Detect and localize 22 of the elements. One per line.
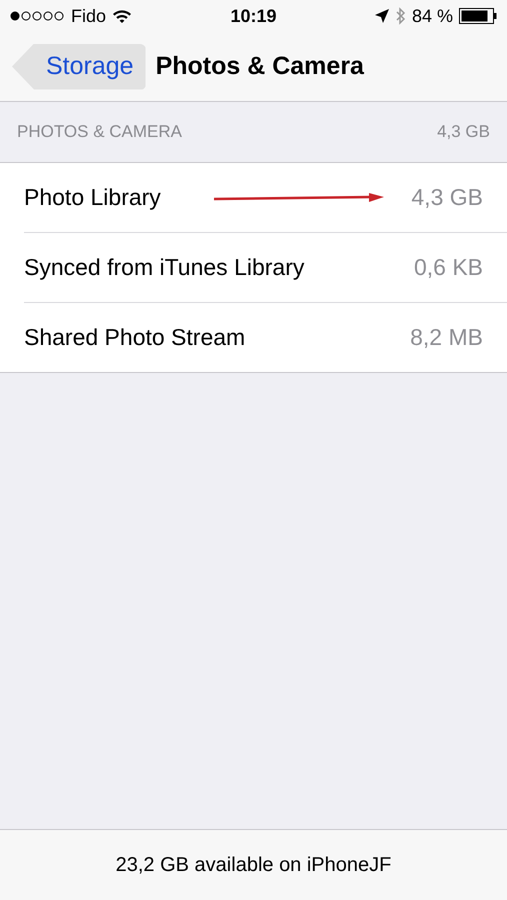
row-size: 4,3 GB xyxy=(411,184,483,211)
clock-time: 10:19 xyxy=(230,6,277,26)
row-label: Shared Photo Stream xyxy=(24,324,246,351)
battery-icon xyxy=(459,8,498,24)
available-storage: 23,2 GB available on iPhoneJF xyxy=(116,854,392,876)
location-arrow-icon xyxy=(374,9,389,23)
battery-percentage: 84 % xyxy=(412,6,454,26)
row-size: 0,6 KB xyxy=(414,254,483,281)
carrier-name: Fido xyxy=(71,6,106,26)
section-total: 4,3 GB xyxy=(437,122,490,142)
storage-row[interactable]: Synced from iTunes Library 0,6 KB xyxy=(24,233,507,303)
storage-row[interactable]: Photo Library 4,3 GB xyxy=(24,163,507,233)
page-title: Photos & Camera xyxy=(156,52,364,81)
section-header: PHOTOS & CAMERA xyxy=(17,122,182,142)
row-size: 8,2 MB xyxy=(410,324,483,351)
wifi-icon xyxy=(112,8,132,24)
row-label: Synced from iTunes Library xyxy=(24,254,304,281)
storage-row[interactable]: Shared Photo Stream 8,2 MB xyxy=(24,303,507,372)
row-label: Photo Library xyxy=(24,184,161,211)
back-button[interactable]: Storage xyxy=(12,44,146,90)
bluetooth-icon xyxy=(394,7,406,25)
signal-strength-icon xyxy=(10,11,65,21)
